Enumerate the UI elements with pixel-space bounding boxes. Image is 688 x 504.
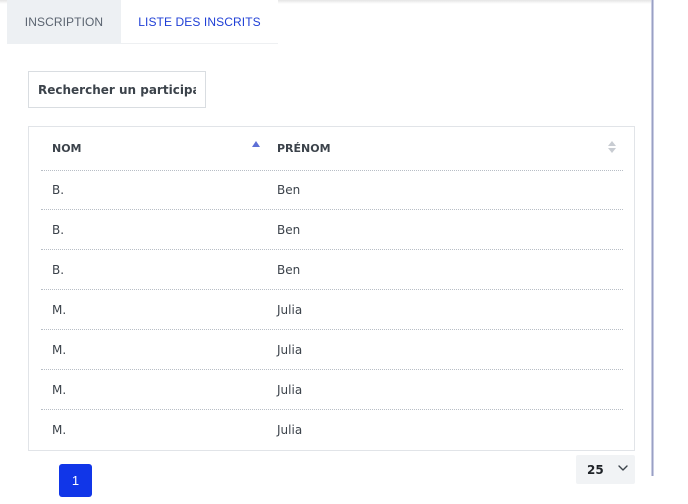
per-page-select[interactable]: 25 — [576, 455, 635, 484]
cell-nom: M. — [52, 303, 67, 317]
sort-icon[interactable] — [608, 141, 616, 155]
cell-prenom: Julia — [277, 423, 303, 437]
column-header-nom-label: NOM — [52, 142, 82, 155]
cell-nom: B. — [52, 263, 65, 277]
table-row: B. Ben — [41, 250, 623, 290]
table-header: NOM PRÉNOM — [41, 127, 623, 171]
table-row: M. Julia — [41, 370, 623, 410]
page-number: 1 — [71, 473, 80, 488]
cell-prenom: Ben — [277, 263, 301, 277]
participants-table: NOM PRÉNOM B. Ben B. Ben B. Ben M. Julia — [28, 126, 635, 451]
table-row: B. Ben — [41, 170, 623, 210]
tab-liste-des-inscrits-label: LISTE DES INSCRITS — [138, 14, 261, 29]
column-header-prenom-label: PRÉNOM — [277, 142, 331, 155]
cell-prenom: Julia — [277, 343, 303, 357]
table-row: M. Julia — [41, 290, 623, 330]
chevron-down-icon — [618, 465, 628, 471]
per-page-value: 25 — [587, 462, 604, 477]
tab-inscription-label: INSCRIPTION — [24, 15, 104, 29]
scrollbar-edge — [652, 0, 653, 476]
cell-prenom: Ben — [277, 183, 301, 197]
column-header-nom[interactable]: NOM — [52, 127, 274, 170]
table-row: M. Julia — [41, 410, 623, 450]
sort-ascending-icon[interactable] — [252, 141, 260, 147]
cell-nom: M. — [52, 423, 67, 437]
cell-prenom: Ben — [277, 223, 301, 237]
cell-nom: B. — [52, 223, 65, 237]
tab-inscription[interactable]: INSCRIPTION — [7, 0, 121, 44]
tab-liste-des-inscrits[interactable]: LISTE DES INSCRITS — [121, 0, 278, 44]
cell-nom: M. — [52, 343, 67, 357]
search-input[interactable] — [28, 71, 206, 108]
page-button-current[interactable]: 1 — [59, 464, 92, 497]
cell-nom: B. — [52, 183, 65, 197]
table-row: M. Julia — [41, 330, 623, 370]
column-header-prenom[interactable]: PRÉNOM — [277, 127, 623, 170]
cell-nom: M. — [52, 383, 67, 397]
table-row: B. Ben — [41, 210, 623, 250]
cell-prenom: Julia — [277, 383, 303, 397]
cell-prenom: Julia — [277, 303, 303, 317]
page: INSCRIPTION LISTE DES INSCRITS NOM PRÉNO… — [0, 0, 688, 504]
